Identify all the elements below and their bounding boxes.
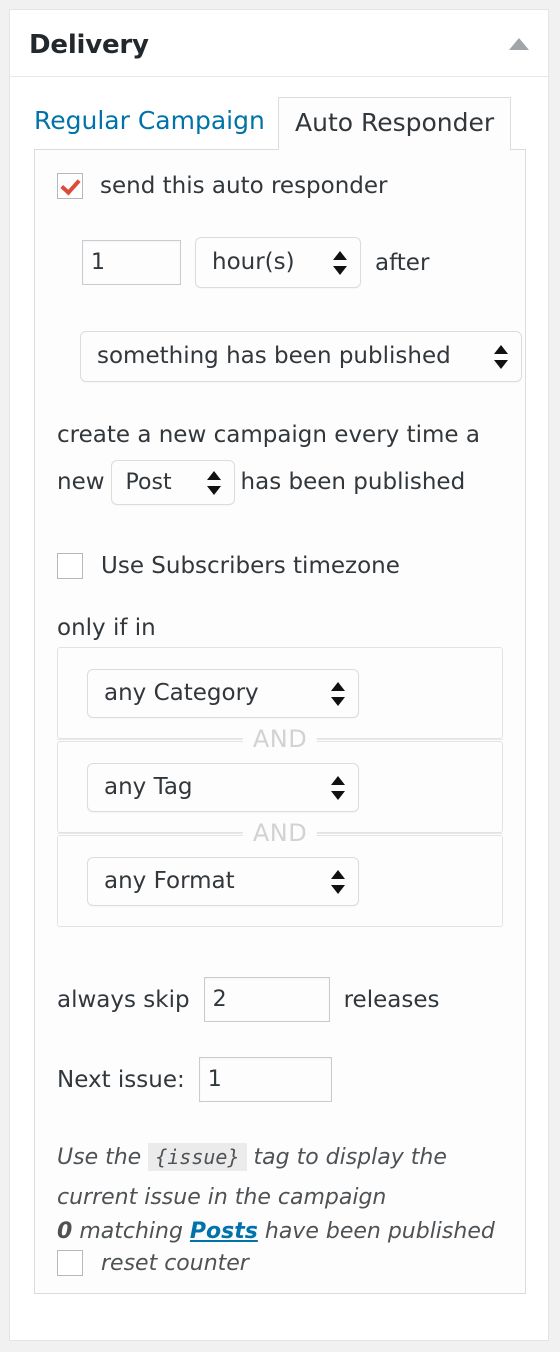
always-skip-input[interactable] [203, 977, 330, 1022]
format-select[interactable]: any Format [87, 857, 359, 906]
event-select[interactable]: something has been published [80, 331, 522, 382]
send-auto-responder-label: send this auto responder [100, 173, 388, 199]
format-select-value: any Format [104, 868, 235, 894]
and-separator-label: AND [242, 820, 318, 846]
reset-counter-row: reset counter [57, 1250, 249, 1276]
always-skip-suffix-label: releases [343, 986, 440, 1013]
select-arrows-icon [331, 869, 345, 895]
tag-select-value: any Tag [104, 774, 193, 800]
send-auto-responder-checkbox[interactable] [57, 173, 83, 199]
delay-suffix-label: after [375, 249, 430, 276]
post-type-select[interactable]: Post [110, 460, 235, 505]
use-subscribers-timezone-checkbox[interactable] [57, 553, 83, 579]
filter-group: any Category AND any Tag AND any Format [57, 647, 503, 927]
matching-posts-link[interactable]: Posts [190, 1219, 258, 1244]
triangle-up-icon [509, 38, 529, 50]
next-issue-input[interactable] [198, 1057, 332, 1102]
create-campaign-suffix: has been published [240, 469, 466, 495]
tab-bar: Regular Campaign Auto Responder [10, 97, 548, 150]
metabox-header: Delivery [10, 10, 548, 77]
delay-unit-select[interactable]: hour(s) [195, 237, 361, 288]
subscriber-timezone-row: Use Subscribers timezone [57, 553, 400, 579]
and-separator-1: AND [57, 726, 503, 752]
always-skip-row: always skip releases [57, 977, 439, 1022]
tab-regular-campaign[interactable]: Regular Campaign [34, 97, 265, 145]
delivery-metabox: Delivery Regular Campaign Auto Responder… [9, 9, 549, 1341]
select-arrows-icon [206, 470, 221, 496]
tag-select[interactable]: any Tag [87, 763, 359, 812]
next-issue-row: Next issue: [57, 1057, 332, 1102]
create-campaign-paragraph: create a new campaign every time a new Po… [57, 412, 519, 506]
enable-auto-responder-row: send this auto responder [57, 173, 388, 199]
category-select-value: any Category [104, 680, 259, 706]
matching-middle-label: matching [79, 1219, 183, 1244]
always-skip-prefix-label: always skip [57, 986, 190, 1013]
delay-row: hour(s) after [82, 237, 429, 288]
collapse-toggle-button[interactable] [504, 32, 534, 58]
matching-after-label: have been published [264, 1219, 495, 1244]
tab-auto-responder[interactable]: Auto Responder [278, 97, 512, 150]
and-separator-label: AND [242, 726, 318, 752]
next-issue-label: Next issue: [57, 1066, 185, 1093]
and-separator-2: AND [57, 820, 503, 846]
category-select[interactable]: any Category [87, 669, 359, 718]
matching-count-line: 0 matching Posts have been published [57, 1219, 517, 1244]
matching-count: 0 [57, 1219, 73, 1244]
event-select-value: something has been published [97, 343, 451, 369]
select-arrows-icon [331, 681, 345, 707]
page-title: Delivery [29, 30, 149, 60]
event-row: something has been published [80, 331, 522, 385]
filter-box-format: any Format [57, 835, 503, 927]
issue-tag-note: Use the {issue} tag to display the curre… [57, 1137, 507, 1218]
select-arrows-icon [494, 344, 508, 370]
reset-counter-checkbox[interactable] [57, 1250, 83, 1276]
issue-note-before: Use the [57, 1145, 142, 1170]
issue-tag-code: {issue} [148, 1143, 247, 1171]
reset-counter-label: reset counter [101, 1250, 249, 1276]
select-arrows-icon [331, 775, 345, 801]
select-arrows-icon [333, 250, 347, 276]
only-if-in-label: only if in [57, 615, 156, 641]
use-subscribers-timezone-label: Use Subscribers timezone [101, 553, 400, 579]
delay-amount-input[interactable] [82, 240, 181, 285]
tab-panel-join [279, 148, 499, 151]
auto-responder-panel: send this auto responder hour(s) after s… [34, 149, 526, 1294]
